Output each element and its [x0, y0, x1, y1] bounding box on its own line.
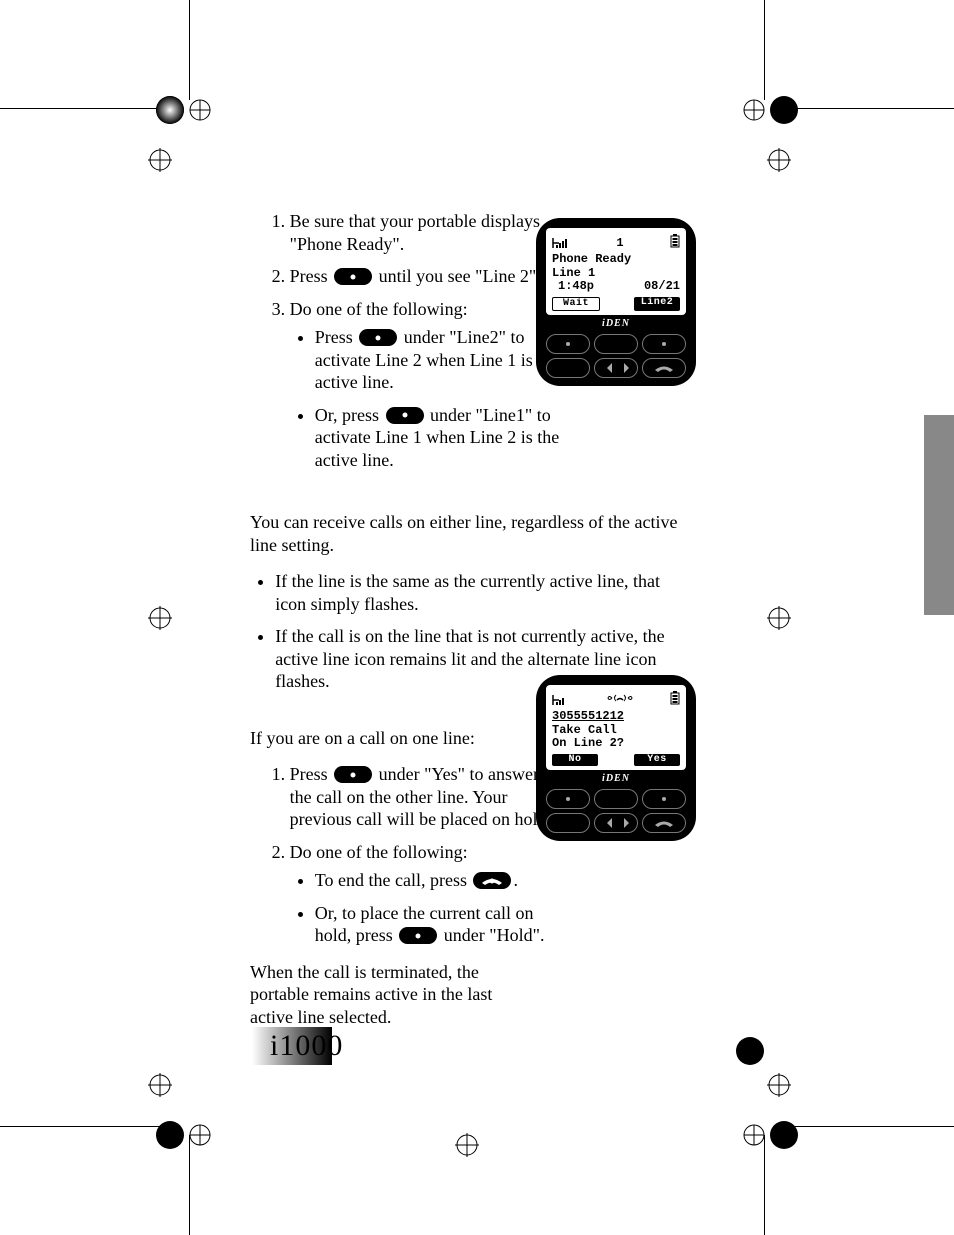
paragraph: You can receive calls on either line, re…: [250, 511, 690, 556]
phone-hangup-key: [642, 813, 686, 833]
manual-page: Be sure that your portable displays "Pho…: [0, 0, 954, 1235]
top-steps: Be sure that your portable displays "Pho…: [250, 210, 560, 471]
battery-icon: [670, 691, 680, 710]
softkey-button-icon: [334, 766, 372, 783]
step-3-option-2: Or, press under "Line1" to activate Line…: [315, 404, 560, 472]
model-label: i1000: [270, 1029, 343, 1063]
softkey-left: No: [552, 754, 598, 766]
screen-time: 1:48p: [558, 280, 594, 294]
option-text: .: [513, 870, 518, 890]
step-3-options: Press under "Line2" to activate Line 2 w…: [290, 326, 560, 471]
bottom-steps: Press under "Yes" to answer the call on …: [250, 763, 560, 947]
phone-illustration-incoming: 3055551212 Take Call On Line 2? No Yes i…: [536, 675, 696, 841]
screen-line: On Line 2?: [552, 737, 680, 751]
phone-key: [546, 813, 590, 833]
step-3-option-1: Press under "Line2" to activate Line 2 w…: [315, 326, 560, 394]
step-text: Press: [290, 764, 333, 784]
registration-mark-icon: [447, 1125, 487, 1165]
registration-mark-icon: [759, 140, 799, 180]
step-text: Do one of the following:: [290, 842, 468, 862]
screen-line: Phone Ready: [552, 253, 680, 267]
screen-date: 08/21: [644, 280, 680, 294]
hangup-button-icon: [473, 872, 511, 889]
registration-mark-icon: [140, 1105, 220, 1165]
softkey-button-icon: [399, 927, 437, 944]
softkey-right: Line2: [634, 297, 680, 311]
crop-rule: [189, 0, 190, 100]
step-text: Do one of the following:: [290, 299, 468, 319]
paragraph: When the call is terminated, the portabl…: [250, 961, 520, 1029]
option-text: Press: [315, 327, 358, 347]
phone-screen: 3055551212 Take Call On Line 2? No Yes: [546, 685, 686, 770]
line-indicator: 1: [616, 237, 623, 251]
thumb-tab: [924, 415, 954, 615]
softkey-button-icon: [386, 407, 424, 424]
step-text: Press: [290, 266, 333, 286]
brand-label: iDEN: [546, 773, 686, 784]
bullet: If the line is the same as the currently…: [275, 570, 690, 615]
phone-illustration-ready: 1 Phone Ready Line 1 1:48p 08/21 Wait Li…: [536, 218, 696, 386]
signal-icon: [552, 694, 570, 706]
phone-key: [594, 334, 638, 354]
phone-body: 1 Phone Ready Line 1 1:48p 08/21 Wait Li…: [536, 218, 696, 386]
page-marker-dot: [736, 1037, 764, 1065]
option-text: Or, press: [315, 405, 384, 425]
step-2: Do one of the following: To end the call…: [290, 841, 560, 947]
status-row: 1: [552, 234, 680, 253]
phone-key: [546, 334, 590, 354]
keypad: [546, 334, 686, 378]
screen-line: Take Call: [552, 724, 680, 738]
step-2-option-2: Or, to place the current call on hold, p…: [315, 902, 560, 947]
registration-mark-icon: [140, 1065, 180, 1105]
step-3: Do one of the following: Press under "Li…: [290, 298, 560, 472]
screen-line: Line 1: [552, 267, 680, 281]
phone-body: 3055551212 Take Call On Line 2? No Yes i…: [536, 675, 696, 841]
step-2: Press until you see "Line 2".: [290, 265, 560, 288]
softkey-right: Yes: [634, 754, 680, 766]
softkey-row: Wait Line2: [552, 297, 680, 311]
softkey-button-icon: [334, 268, 372, 285]
softkey-button-icon: [359, 329, 397, 346]
option-text: under "Hold".: [439, 925, 544, 945]
registration-mark-icon: [759, 598, 799, 638]
battery-icon: [670, 234, 680, 253]
step-2-options: To end the call, press . Or, to place th…: [290, 869, 560, 947]
phone-hangup-key: [642, 358, 686, 378]
phone-key: [546, 358, 590, 378]
brand-label: iDEN: [546, 318, 686, 329]
softkey-row: No Yes: [552, 754, 680, 766]
softkey-left: Wait: [552, 297, 600, 311]
phone-key: [594, 789, 638, 809]
step-text: Be sure that your portable displays "Pho…: [290, 211, 540, 254]
phone-key: [642, 334, 686, 354]
screen-time-row: 1:48p 08/21: [552, 280, 680, 294]
step-1: Be sure that your portable displays "Pho…: [290, 210, 560, 255]
phone-nav-key: [594, 813, 638, 833]
status-row: [552, 691, 680, 710]
phone-key: [546, 789, 590, 809]
keypad: [546, 789, 686, 833]
registration-mark-icon: [759, 1065, 799, 1105]
option-text: To end the call, press: [315, 870, 472, 890]
phone-screen: 1 Phone Ready Line 1 1:48p 08/21 Wait Li…: [546, 228, 686, 315]
screen-number: 3055551212: [552, 710, 680, 724]
step-text: until you see "Line 2".: [374, 266, 541, 286]
phone-key: [642, 789, 686, 809]
model-footer: i1000: [252, 1027, 343, 1065]
registration-mark-icon: [734, 1105, 814, 1165]
step-2-option-1: To end the call, press .: [315, 869, 560, 892]
registration-mark-icon: [140, 598, 180, 638]
signal-icon: [552, 237, 570, 249]
step-1: Press under "Yes" to answer the call on …: [290, 763, 560, 831]
registration-mark-icon: [140, 140, 180, 180]
phone-nav-key: [594, 358, 638, 378]
crop-rule: [764, 0, 765, 100]
ringing-icon: [606, 692, 634, 709]
